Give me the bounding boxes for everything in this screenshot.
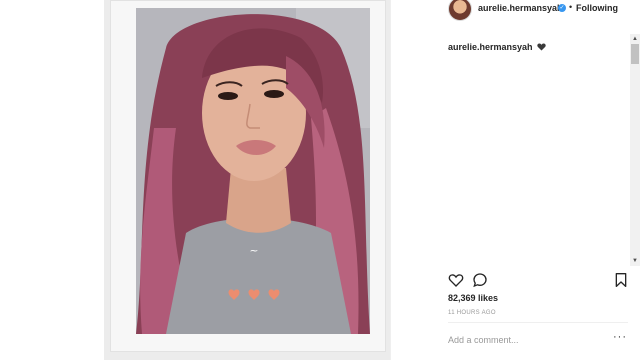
add-comment-input[interactable] [446,330,610,350]
caption-username[interactable]: aurelie.hermansyah [448,42,533,52]
polaroid-frame: ~ [110,0,386,352]
more-options-button[interactable]: ··· [613,331,627,343]
left-gutter [0,0,104,360]
author-username[interactable]: aurelie.hermansyah [478,3,563,13]
scroll-thumb[interactable] [631,44,639,64]
scroll-down-arrow-icon[interactable]: ▼ [630,256,640,266]
following-button[interactable]: Following [576,3,618,13]
portrait-illustration: ~ [136,8,370,334]
post-actions [448,272,628,290]
post-timestamp[interactable]: 11 HOURS AGO [448,310,496,316]
post-header: aurelie.hermansyah ✓ • Following [391,0,640,21]
post-caption: aurelie.hermansyah [448,42,546,53]
heart-outline-icon[interactable] [448,272,464,288]
post-media-area: ~ [104,0,390,360]
bookmark-icon[interactable] [613,272,629,288]
svg-text:~: ~ [249,244,258,257]
scroll-up-arrow-icon[interactable]: ▲ [630,34,640,44]
author-avatar[interactable] [448,0,472,21]
header-separator: • [569,2,573,12]
like-count[interactable]: 82,369 likes [448,293,498,303]
post-photo[interactable]: ~ [136,8,370,334]
black-heart-icon [537,43,546,53]
comment-divider [448,322,628,323]
post-side-panel: aurelie.hermansyah ✓ • Following aurelie… [390,0,640,360]
comments-scrollbar[interactable]: ▲ ▼ [630,34,640,266]
verified-badge-icon: ✓ [558,4,566,12]
comment-bubble-icon[interactable] [472,272,488,288]
